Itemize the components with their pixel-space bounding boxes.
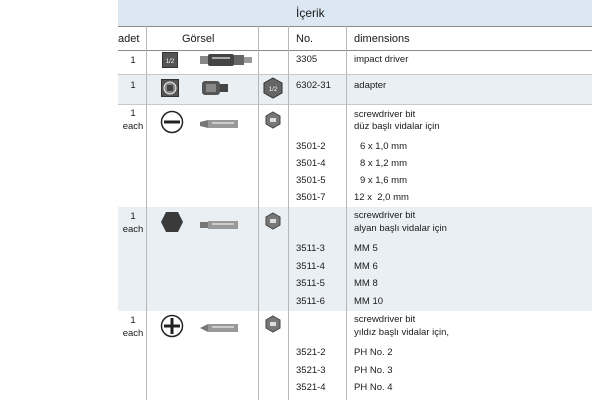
- part-description: impact driver: [354, 54, 409, 65]
- qty-unit: each: [122, 328, 144, 339]
- part-size: MM 8: [354, 278, 378, 289]
- part-description: screwdriver bit: [354, 210, 416, 221]
- part-size: 9 x 1,6 mm: [360, 175, 407, 186]
- part-size: PH No. 3: [354, 365, 393, 376]
- part-description-sub: düz başlı vidalar için: [354, 121, 440, 132]
- qty: 1: [130, 108, 136, 119]
- part-size: PH No. 4: [354, 382, 393, 393]
- part-size: MM 5: [354, 243, 378, 254]
- phillips-tip-icon: [160, 314, 184, 343]
- part-number: 6302-31: [296, 80, 331, 91]
- part-size: PH No. 2: [354, 347, 393, 358]
- title-bar: [118, 0, 592, 26]
- part-number: 3511-3: [296, 243, 325, 254]
- part-number: 3305: [296, 54, 318, 65]
- part-description-sub: yıldız başlı vidalar için,: [354, 327, 450, 338]
- divider: [118, 104, 592, 105]
- part-description: screwdriver bit: [354, 109, 416, 120]
- part-number: 3511-5: [296, 278, 325, 289]
- part-number: 3521-4: [296, 382, 326, 393]
- part-number: 3521-3: [296, 365, 326, 376]
- header-gorsel: Görsel: [182, 33, 215, 45]
- part-number: 3511-4: [296, 261, 325, 272]
- part-description: adapter: [354, 80, 387, 91]
- divider: [118, 50, 592, 51]
- divider: [118, 26, 592, 27]
- table-title: İçerik: [296, 6, 325, 20]
- svg-text:1/2: 1/2: [166, 59, 175, 65]
- drive-size-badge-icon: [264, 315, 282, 338]
- part-size: 8 x 1,2 mm: [360, 158, 407, 169]
- qty: 1: [130, 80, 136, 91]
- slotted-bit-icon: [200, 116, 240, 134]
- part-number: 3501-7: [296, 192, 326, 203]
- drive-size-badge-icon: 1/2: [162, 52, 178, 73]
- header-dimensions: dimensions: [354, 33, 410, 45]
- drive-size-badge-icon: [264, 111, 282, 134]
- impact-driver-icon: [200, 53, 252, 72]
- qty: 1: [130, 55, 136, 66]
- part-number: 3511-6: [296, 296, 325, 307]
- part-description: screwdriver bit: [354, 314, 416, 325]
- qty: 1: [130, 315, 136, 326]
- column-divider: [346, 26, 347, 400]
- drive-size-badge-icon: 1/2: [263, 77, 283, 104]
- column-divider: [258, 26, 259, 400]
- drive-size-badge-icon: [264, 212, 282, 235]
- part-number: 3501-2: [296, 141, 326, 152]
- part-size: MM 10: [354, 296, 384, 307]
- qty-unit: each: [122, 224, 144, 235]
- column-divider: [288, 26, 289, 400]
- part-number: 3501-5: [296, 175, 326, 186]
- slotted-tip-icon: [160, 110, 184, 139]
- part-number: 3521-2: [296, 347, 326, 358]
- hex-bit-icon: [200, 217, 240, 235]
- hex-tip-icon: [160, 211, 184, 238]
- adapter-icon: [202, 79, 232, 102]
- qty: 1: [130, 211, 136, 222]
- part-size: 12 x 2,0 mm: [354, 192, 409, 203]
- part-number: 3501-4: [296, 158, 326, 169]
- part-size: MM 6: [354, 261, 378, 272]
- qty-unit: each: [122, 121, 144, 132]
- phillips-bit-icon: [200, 320, 240, 338]
- svg-text:1/2: 1/2: [269, 87, 278, 93]
- part-size: 6 x 1,0 mm: [360, 141, 407, 152]
- header-no: No.: [296, 33, 314, 45]
- socket-end-icon: [161, 79, 179, 102]
- header-adet: adet: [118, 33, 140, 45]
- part-description-sub: alyan başlı vidalar için: [354, 223, 447, 234]
